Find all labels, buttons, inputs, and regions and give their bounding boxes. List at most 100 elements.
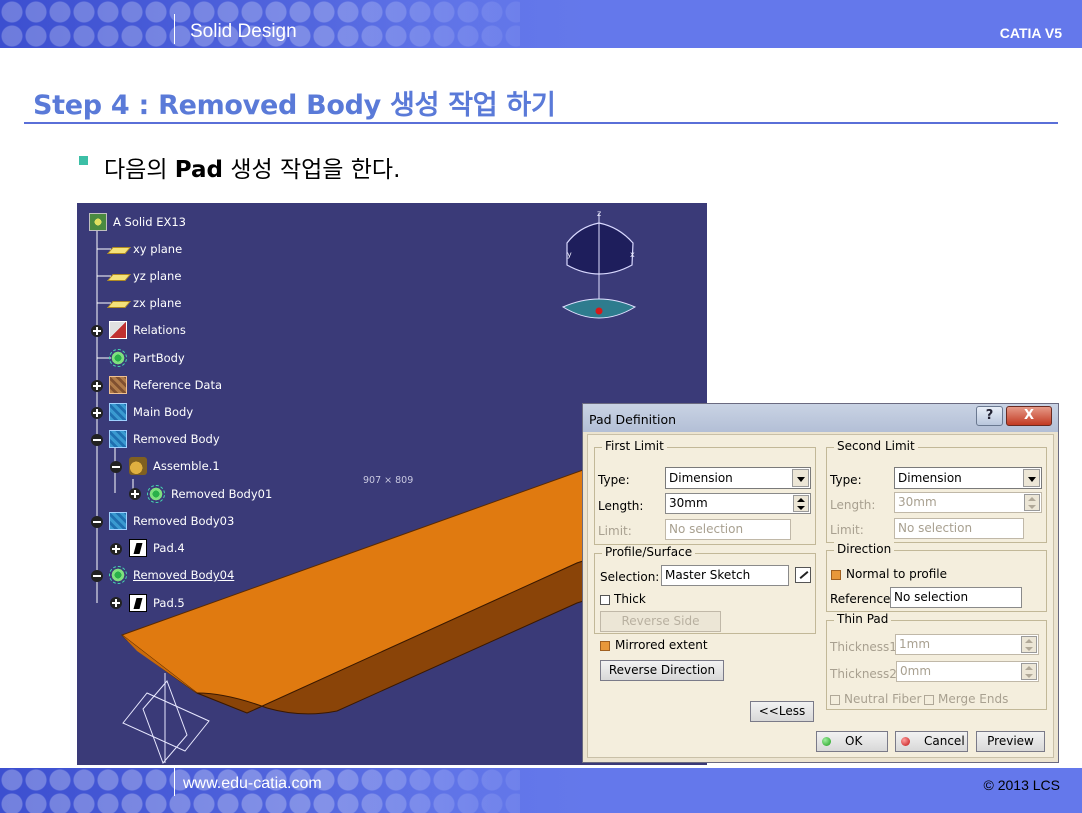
tree-item-yz-plane[interactable]: yz plane [109,267,181,285]
second-type-select[interactable]: Dimension [894,467,1042,489]
partbody-icon [109,349,127,367]
header-band: Solid Design CATIA V5 [0,0,1082,48]
expand-main-body-icon[interactable] [91,407,103,419]
first-type-value: Dimension [669,471,733,485]
ok-led-icon [822,737,831,746]
thickness1-input[interactable]: 1mm [895,634,1039,655]
less-button[interactable]: <<Less [750,701,814,722]
bullet-text-pre: 다음의 [104,157,175,183]
chevron-down-icon[interactable] [1023,469,1040,487]
header-separator [174,14,175,44]
compass-z-label: z [597,209,601,218]
length-spinner-icon[interactable] [793,495,809,512]
thickness1-label: Thickness1: [830,640,901,654]
normal-to-profile-checkbox[interactable] [831,570,841,580]
selection-input[interactable]: Master Sketch [661,565,789,586]
tree-item-removed-body04[interactable]: Removed Body04 [109,566,234,584]
expand-pad4-icon[interactable] [110,543,122,555]
expand-reference-data-icon[interactable] [91,380,103,392]
normal-to-profile-label: Normal to profile [846,567,947,581]
merge-ends-checkbox[interactable] [924,695,934,705]
collapse-assemble-icon[interactable] [110,461,122,473]
first-limit-legend: First Limit [602,439,667,453]
pad-definition-dialog[interactable]: Pad Definition ? X First Limit Type: Dim… [582,403,1059,763]
tree-label: Pad.4 [153,541,185,555]
second-limit-input[interactable]: No selection [894,518,1024,539]
first-length-label: Length: [598,499,644,513]
tree-item-pad-4[interactable]: Pad.4 [129,539,185,557]
assemble-icon [129,457,147,475]
first-type-select[interactable]: Dimension [665,467,811,489]
dialog-titlebar[interactable]: Pad Definition ? X [583,404,1058,432]
collapse-removed-body04-icon[interactable] [91,570,103,582]
preview-button[interactable]: Preview [976,731,1045,752]
neutral-fiber-label: Neutral Fiber [844,692,922,706]
tree-item-pad-5[interactable]: Pad.5 [129,594,185,612]
help-button[interactable]: ? [976,406,1003,426]
coordinate-readout: 907 ⨯ 809 [363,475,414,486]
compass-widget-icon[interactable]: z x y [561,209,637,319]
thick-checkbox[interactable] [600,595,610,605]
cancel-button-label: Cancel [924,734,965,748]
expand-pad5-icon[interactable] [110,597,122,609]
expand-relations-icon[interactable] [91,325,103,337]
cancel-button[interactable]: Cancel [895,731,968,752]
tree-item-removed-body03[interactable]: Removed Body03 [109,512,234,530]
tree-item-assemble-1[interactable]: Assemble.1 [129,457,220,475]
tree-item-zx-plane[interactable]: zx plane [109,294,181,312]
reverse-direction-button[interactable]: Reverse Direction [600,660,724,681]
footer-copyright: © 2013 LCS [983,777,1060,793]
reverse-side-button[interactable]: Reverse Side [600,611,721,632]
expand-removed-body01-icon[interactable] [129,488,141,500]
second-length-input[interactable]: 30mm [894,492,1042,513]
tree-item-removed-body[interactable]: Removed Body [109,430,220,448]
thickness2-label: Thickness2: [830,667,901,681]
mirrored-extent-checkbox[interactable] [600,641,610,651]
bullet-text: 다음의 Pad 생성 작업을 한다. [104,150,400,184]
footer-band: www.edu-catia.com © 2013 LCS [0,768,1082,813]
profile-surface-legend: Profile/Surface [602,545,696,559]
thickness2-value: 0mm [900,664,932,678]
reference-input[interactable]: No selection [890,587,1022,608]
tree-item-removed-body01[interactable]: Removed Body01 [147,485,272,503]
first-limit-input[interactable]: No selection [665,519,791,540]
neutral-fiber-checkbox[interactable] [830,695,840,705]
thickness2-input[interactable]: 0mm [896,661,1039,682]
body-icon [109,430,127,448]
tree-label: Removed Body04 [133,568,235,582]
close-button[interactable]: X [1006,406,1052,426]
compass-y-label: y [567,250,572,259]
body-icon [109,512,127,530]
footer-gradient [0,768,1082,813]
plane-icon [109,294,127,312]
tree-label: Removed Body03 [133,514,235,528]
collapse-removed-body-icon[interactable] [91,434,103,446]
header-title: Solid Design [190,21,297,42]
tree-item-reference-data[interactable]: Reference Data [109,376,222,394]
tree-item-main-body[interactable]: Main Body [109,403,193,421]
second-limit-legend: Second Limit [834,439,918,453]
tree-root-item[interactable]: A Solid EX13 [89,213,186,231]
body-icon [109,376,127,394]
tree-item-partbody[interactable]: PartBody [109,349,185,367]
thickness1-value: 1mm [899,637,931,651]
mirrored-extent-label: Mirrored extent [615,638,708,652]
specification-tree[interactable]: A Solid EX13 xy plane yz plane zx plane … [77,203,377,623]
sketch-edit-icon[interactable] [795,567,811,583]
dialog-body: First Limit Type: Dimension Length: 30mm… [587,434,1054,758]
second-length-label: Length: [830,498,876,512]
tree-item-xy-plane[interactable]: xy plane [109,240,182,258]
tree-item-relations[interactable]: Relations [109,321,186,339]
footer-url-link[interactable]: www.edu-catia.com [183,775,322,793]
collapse-removed-body03-icon[interactable] [91,516,103,528]
thin-pad-legend: Thin Pad [834,612,892,626]
first-length-input[interactable]: 30mm [665,493,811,514]
chevron-down-icon[interactable] [792,469,809,487]
tree-label: Removed Body [133,432,220,446]
cancel-led-icon [901,737,910,746]
tree-label: Removed Body01 [171,487,273,501]
ok-button[interactable]: OK [816,731,888,752]
bullet-text-post: 생성 작업을 한다. [223,157,401,183]
tree-label: Reference Data [133,378,223,392]
pad-icon [129,539,147,557]
